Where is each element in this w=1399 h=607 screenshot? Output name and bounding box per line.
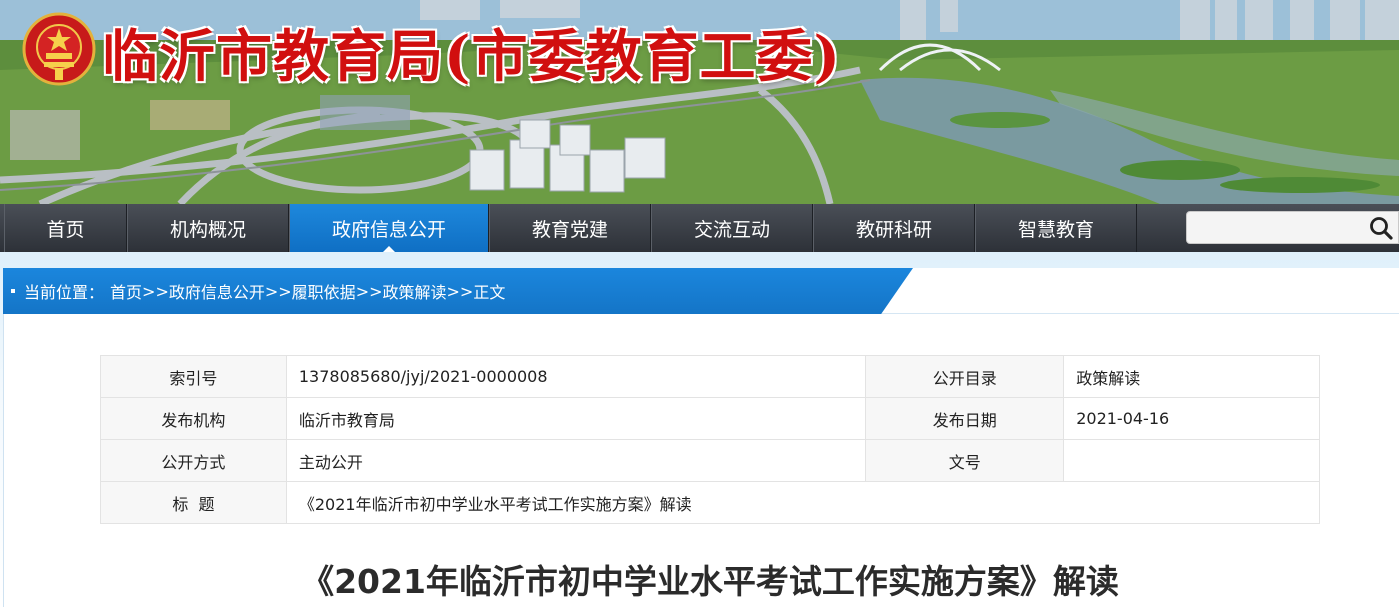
publish-date-label: 发布日期	[865, 397, 1065, 440]
nav-item-organization[interactable]: 机构概况	[127, 204, 289, 252]
publish-date-value: 2021-04-16	[1063, 397, 1320, 440]
catalog-value: 政策解读	[1063, 355, 1320, 398]
breadcrumb-separator: >>	[142, 281, 169, 301]
site-title: 临沂市教育局(市委教育工委)	[102, 24, 841, 90]
breadcrumb-item-gov-info[interactable]: 政府信息公开	[169, 279, 265, 303]
search-input[interactable]	[1193, 216, 1363, 240]
document-info-table: 索引号 1378085680/jyj/2021-0000008 公开目录 政策解…	[100, 355, 1321, 524]
nav-item-research[interactable]: 教研科研	[813, 204, 975, 252]
publisher-label: 发布机构	[100, 397, 287, 440]
nav-item-party-building[interactable]: 教育党建	[489, 204, 651, 252]
nav-item-gov-info[interactable]: 政府信息公开	[289, 204, 489, 252]
breadcrumb-text: 当前位置： 首页 >> 政府信息公开 >> 履职依据 >> 政策解读 >> 正文	[11, 268, 505, 314]
nav-item-smart-education[interactable]: 智慧教育	[975, 204, 1137, 252]
article-title: 《2021年临沂市初中学业水平考试工作实施方案》解读	[301, 562, 1119, 601]
national-emblem-icon	[22, 12, 96, 86]
header-banner: 临沂市教育局(市委教育工委)	[0, 0, 1399, 204]
publisher-value: 临沂市教育局	[285, 397, 867, 440]
document-number-label: 文号	[865, 439, 1065, 482]
breadcrumb-separator: >>	[264, 281, 292, 301]
bullet-icon	[11, 289, 15, 293]
table-row: 公开方式 主动公开 文号	[100, 439, 1320, 482]
search-icon[interactable]	[1368, 215, 1394, 241]
title-label: 标 题	[100, 481, 287, 524]
breadcrumb-separator: >>	[446, 281, 474, 301]
breadcrumb-item-home[interactable]: 首页	[110, 279, 142, 303]
search-box	[1186, 211, 1399, 244]
disclosure-method-label: 公开方式	[100, 439, 287, 482]
nav-item-interaction[interactable]: 交流互动	[651, 204, 813, 252]
table-row: 发布机构 临沂市教育局 发布日期 2021-04-16	[100, 397, 1320, 440]
index-number-value: 1378085680/jyj/2021-0000008	[285, 355, 867, 398]
breadcrumb-item-current: 正文	[473, 283, 506, 302]
table-row: 标 题 《2021年临沂市初中学业水平考试工作实施方案》解读	[100, 481, 1321, 524]
breadcrumb-prefix: 当前位置：	[24, 283, 105, 302]
table-row: 索引号 1378085680/jyj/2021-0000008 公开目录 政策解…	[100, 355, 1320, 398]
breadcrumb-item-policy-interpretation[interactable]: 政策解读	[383, 279, 447, 303]
title-value: 《2021年临沂市初中学业水平考试工作实施方案》解读	[285, 481, 1321, 524]
document-number-value	[1063, 439, 1320, 482]
index-number-label: 索引号	[100, 355, 287, 398]
nav-item-home[interactable]: 首页	[4, 204, 127, 252]
breadcrumb: 当前位置： 首页 >> 政府信息公开 >> 履职依据 >> 政策解读 >> 正文	[3, 268, 1399, 314]
disclosure-method-value: 主动公开	[285, 439, 867, 482]
catalog-label: 公开目录	[865, 355, 1065, 398]
breadcrumb-separator: >>	[355, 281, 383, 301]
breadcrumb-item-duty-basis[interactable]: 履职依据	[292, 279, 356, 303]
